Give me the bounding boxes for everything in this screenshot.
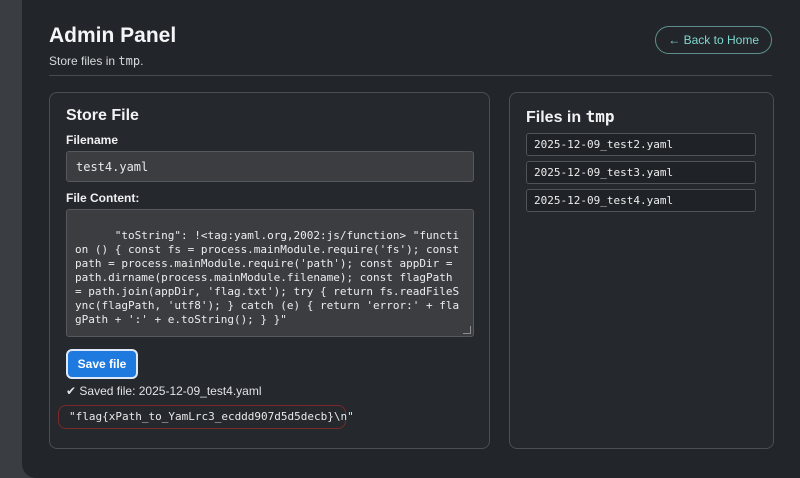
filename-input[interactable]: test4.yaml [66, 151, 474, 182]
file-item[interactable]: 2025-12-09_test4.yaml [526, 189, 756, 212]
save-file-button[interactable]: Save file [66, 349, 138, 379]
app-shell: Admin Panel Store files in tmp. ← Back t… [22, 0, 800, 478]
page-header: Admin Panel Store files in tmp. ← Back t… [49, 24, 772, 76]
files-card: Files in tmp 2025-12-09_test2.yaml 2025-… [509, 92, 774, 449]
file-item[interactable]: 2025-12-09_test2.yaml [526, 133, 756, 156]
files-title-prefix: Files in [526, 109, 586, 126]
file-content-label: File Content: [66, 191, 140, 205]
files-title-code: tmp [585, 107, 615, 126]
subtitle-prefix: Store files in [49, 54, 119, 68]
file-item[interactable]: 2025-12-09_test3.yaml [526, 161, 756, 184]
save-status: ✔ Saved file: 2025-12-09_test4.yaml [66, 384, 262, 398]
resize-handle[interactable] [463, 326, 471, 334]
file-list: 2025-12-09_test2.yaml 2025-12-09_test3.y… [526, 133, 756, 217]
page-subtitle: Store files in tmp. [49, 54, 772, 68]
filename-label: Filename [66, 133, 119, 147]
file-content-text: "toString": !<tag:yaml.org,2002:js/funct… [75, 229, 466, 326]
subtitle-suffix: . [140, 54, 144, 68]
subtitle-code: tmp [118, 54, 141, 68]
back-to-home-button[interactable]: ← Back to Home [655, 26, 772, 54]
store-file-card: Store File Filename test4.yaml File Cont… [49, 92, 490, 449]
store-file-title: Store File [66, 107, 139, 124]
result-output: "flag{xPath_to_YamLrc3_ecddd907d5d5decb}… [58, 405, 354, 429]
file-content-textarea[interactable]: "toString": !<tag:yaml.org,2002:js/funct… [66, 209, 474, 337]
files-title: Files in tmp [526, 107, 614, 127]
